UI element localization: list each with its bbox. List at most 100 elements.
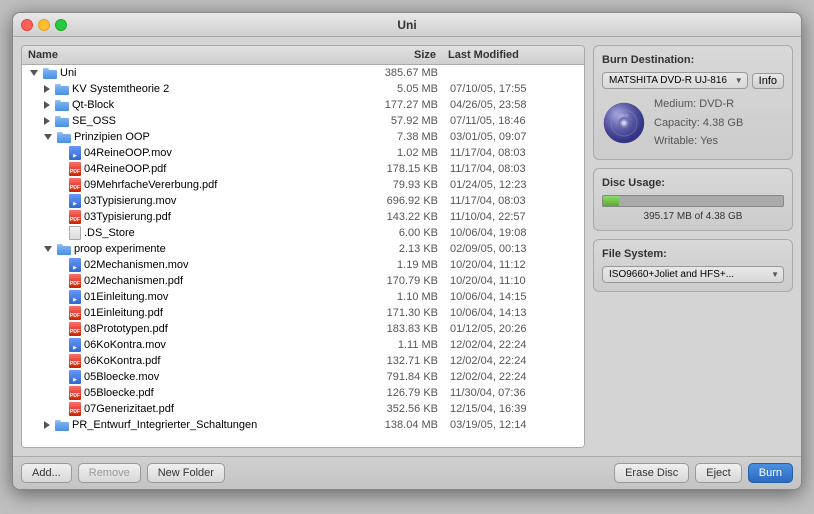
table-row[interactable]: ▶ 04ReineOOP.mov 1.02 MB 11/17/04, 08:03 [22,145,584,161]
file-label: Qt-Block [72,99,114,111]
file-name: Prinzipien OOP [26,131,360,143]
usage-text: 395.17 MB of 4.38 GB [602,211,784,222]
burn-destination-title: Burn Destination: [602,54,784,66]
file-label: 03Typisierung.pdf [84,211,171,223]
pdf-icon: PDF [69,322,81,336]
folder-triangle[interactable] [44,246,52,252]
file-date: 11/17/04, 08:03 [450,163,580,175]
file-date: 11/10/04, 22:57 [450,211,580,223]
table-row[interactable]: proop experimente 2.13 KB 02/09/05, 00:1… [22,241,584,257]
fs-select-wrapper[interactable]: ISO9660+Joliet and HFS+...ISO9660+Joliet… [602,266,784,283]
table-row[interactable]: .DS_Store 6.00 KB 10/06/04, 19:08 [22,225,584,241]
file-date: 10/20/04, 11:10 [450,275,580,287]
table-row[interactable]: ▶ 02Mechanismen.mov 1.19 MB 10/20/04, 11… [22,257,584,273]
table-row[interactable]: PDF 08Prototypen.pdf 183.83 KB 01/12/05,… [22,321,584,337]
mov-icon: ▶ [69,290,81,304]
pdf-icon: PDF [69,386,81,400]
file-label: 04ReineOOP.mov [84,147,172,159]
file-name: KV Systemtheorie 2 [26,83,360,95]
table-row[interactable]: PR_Entwurf_Integrierter_Schaltungen 138.… [22,417,584,433]
file-name: Uni [26,67,360,79]
file-system-title: File System: [602,248,784,260]
remove-button[interactable]: Remove [78,463,141,483]
device-select[interactable]: MATSHITA DVD-R UJ-816 [602,72,748,89]
mov-icon: ▶ [69,258,81,272]
file-size: 1.11 MB [360,339,450,351]
file-label: 08Prototypen.pdf [84,323,168,335]
file-size: 143.22 KB [360,211,450,223]
table-row[interactable]: PDF 09MehrfacheVererbung.pdf 79.93 KB 01… [22,177,584,193]
folder-icon [57,132,71,143]
file-date: 01/12/05, 20:26 [450,323,580,335]
file-date: 07/11/05, 18:46 [450,115,580,127]
file-size: 5.05 MB [360,83,450,95]
burn-button[interactable]: Burn [748,463,793,483]
file-size: 1.10 MB [360,291,450,303]
col-name-header: Name [28,49,358,61]
folder-triangle[interactable] [44,85,50,93]
add-button[interactable]: Add... [21,463,72,483]
file-name: ▶ 04ReineOOP.mov [26,146,360,160]
maximize-button[interactable] [55,19,67,31]
dvd-icon: DVD [602,101,646,145]
mov-icon: ▶ [69,338,81,352]
file-name: ▶ 02Mechanismen.mov [26,258,360,272]
minimize-button[interactable] [38,19,50,31]
file-label: 04ReineOOP.pdf [84,163,166,175]
pdf-icon: PDF [69,162,81,176]
table-row[interactable]: KV Systemtheorie 2 5.05 MB 07/10/05, 17:… [22,81,584,97]
table-row[interactable]: Qt-Block 177.27 MB 04/26/05, 23:58 [22,97,584,113]
file-date: 10/20/04, 11:12 [450,259,580,271]
eject-button[interactable]: Eject [695,463,741,483]
file-size: 6.00 KB [360,227,450,239]
file-name: SE_OSS [26,115,360,127]
folder-triangle[interactable] [44,117,50,125]
info-button[interactable]: Info [752,73,784,89]
file-name: PDF 09MehrfacheVererbung.pdf [26,178,360,192]
usage-bar-fill [603,196,619,206]
svg-text:DVD: DVD [619,113,628,118]
table-row[interactable]: ▶ 06KoKontra.mov 1.11 MB 12/02/04, 22:24 [22,337,584,353]
file-label: 02Mechanismen.mov [84,259,189,271]
table-row[interactable]: ▶ 03Typisierung.mov 696.92 KB 11/17/04, … [22,193,584,209]
disc-usage-section: Disc Usage: 395.17 MB of 4.38 GB [593,168,793,231]
table-row[interactable]: PDF 02Mechanismen.pdf 170.79 KB 10/20/04… [22,273,584,289]
table-row[interactable]: SE_OSS 57.92 MB 07/11/05, 18:46 [22,113,584,129]
file-name: ▶ 03Typisierung.mov [26,194,360,208]
close-button[interactable] [21,19,33,31]
file-label: SE_OSS [72,115,116,127]
folder-icon [55,420,69,431]
table-row[interactable]: Uni 385.67 MB [22,65,584,81]
table-row[interactable]: PDF 05Bloecke.pdf 126.79 KB 11/30/04, 07… [22,385,584,401]
file-size: 171.30 KB [360,307,450,319]
fs-select[interactable]: ISO9660+Joliet and HFS+...ISO9660+Joliet… [602,266,784,283]
device-select-wrapper[interactable]: MATSHITA DVD-R UJ-816 [602,72,748,89]
erase-disc-button[interactable]: Erase Disc [614,463,689,483]
folder-triangle[interactable] [44,421,50,429]
table-row[interactable]: PDF 01Einleitung.pdf 171.30 KB 10/06/04,… [22,305,584,321]
folder-triangle[interactable] [44,134,52,140]
right-panel: Burn Destination: MATSHITA DVD-R UJ-816 … [593,45,793,448]
folder-triangle[interactable] [44,101,50,109]
table-row[interactable]: Prinzipien OOP 7.38 MB 03/01/05, 09:07 [22,129,584,145]
file-list[interactable]: Uni 385.67 MB KV Systemtheorie 2 5.05 MB… [22,65,584,447]
folder-icon [55,84,69,95]
table-row[interactable]: ▶ 05Bloecke.mov 791.84 KB 12/02/04, 22:2… [22,369,584,385]
table-row[interactable]: PDF 06KoKontra.pdf 132.71 KB 12/02/04, 2… [22,353,584,369]
file-name: proop experimente [26,243,360,255]
col-modified-header: Last Modified [448,49,578,61]
dvd-details: Medium: DVD-R Capacity: 4.38 GB Writable… [654,95,743,151]
content-area: Name Size Last Modified Uni 385.67 MB KV… [13,37,801,456]
table-row[interactable]: ▶ 01Einleitung.mov 1.10 MB 10/06/04, 14:… [22,289,584,305]
file-size: 1.19 MB [360,259,450,271]
table-row[interactable]: PDF 07Generizitaet.pdf 352.56 KB 12/15/0… [22,401,584,417]
titlebar: Uni [13,13,801,37]
folder-triangle[interactable] [30,70,38,76]
file-label: PR_Entwurf_Integrierter_Schaltungen [72,419,257,431]
table-row[interactable]: PDF 04ReineOOP.pdf 178.15 KB 11/17/04, 0… [22,161,584,177]
table-row[interactable]: PDF 03Typisierung.pdf 143.22 KB 11/10/04… [22,209,584,225]
new-folder-button[interactable]: New Folder [147,463,225,483]
bottom-left-buttons: Add... Remove New Folder [21,463,608,483]
file-label: 02Mechanismen.pdf [84,275,183,287]
file-label: 01Einleitung.mov [84,291,168,303]
